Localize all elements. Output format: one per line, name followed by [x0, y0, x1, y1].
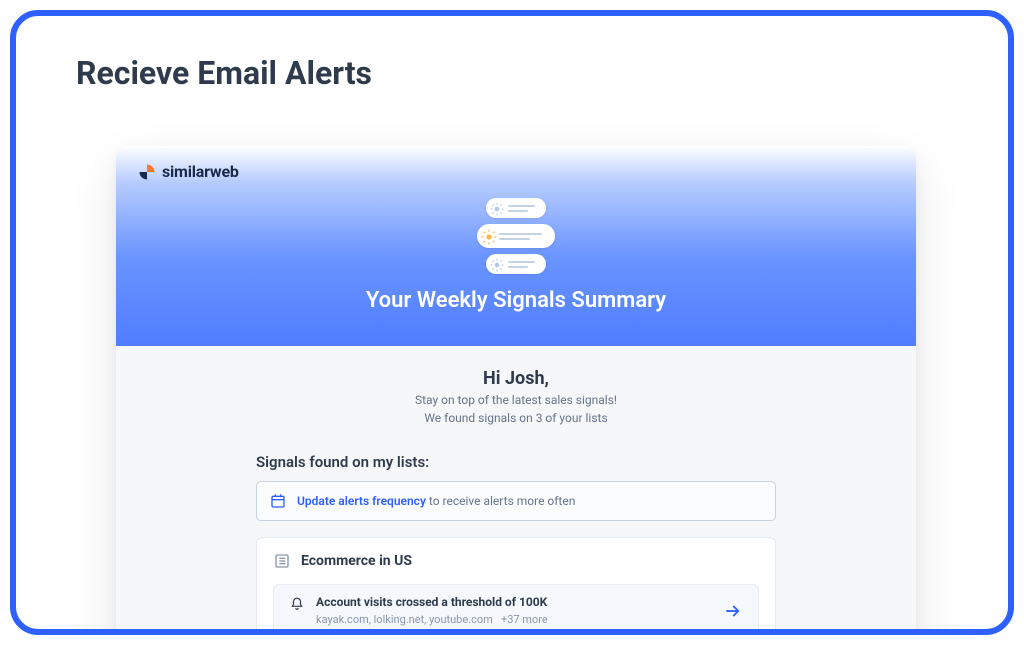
sun-icon — [490, 201, 504, 215]
illustration-pill — [486, 198, 546, 218]
update-frequency-rest: to receive alerts more often — [429, 494, 575, 508]
similarweb-logo-icon — [138, 163, 156, 181]
email-preview-card: similarweb — [116, 146, 916, 635]
signal-list-title: Ecommerce in US — [301, 553, 412, 569]
brand-logo-lockup: similarweb — [138, 162, 239, 181]
brand-name: similarweb — [162, 162, 239, 181]
greeting-text: Hi Josh, — [156, 368, 876, 389]
update-frequency-banner[interactable]: Update alerts frequency to receive alert… — [256, 481, 776, 521]
product-screenshot-frame: Recieve Email Alerts similarweb — [10, 10, 1014, 635]
calendar-icon — [269, 492, 287, 510]
sun-icon — [490, 257, 504, 271]
bell-icon — [288, 595, 306, 613]
greeting-subline-2: We found signals on 3 of your lists — [156, 411, 876, 425]
email-header-title: Your Weekly Signals Summary — [116, 288, 916, 313]
signals-section-label: Signals found on my lists: — [256, 453, 776, 471]
signal-item-more-count: +37 more — [501, 613, 548, 626]
signal-list-title-row: Ecommerce in US — [273, 552, 759, 570]
signal-item-domains: kayak.com, lolking.net, youtube.com +37 … — [316, 613, 548, 626]
email-header: similarweb — [116, 146, 916, 346]
header-illustration — [116, 198, 916, 274]
signal-item[interactable]: Account visits crossed a threshold of 10… — [273, 584, 759, 635]
sun-icon — [481, 229, 495, 243]
page-title: Recieve Email Alerts — [16, 16, 1008, 92]
illustration-pill-active — [477, 224, 555, 248]
signal-item-title: Account visits crossed a threshold of 10… — [316, 595, 548, 609]
list-icon — [273, 552, 291, 570]
greeting-subline-1: Stay on top of the latest sales signals! — [156, 393, 876, 407]
update-frequency-link[interactable]: Update alerts frequency — [297, 494, 426, 508]
open-signal-arrow-button[interactable] — [722, 600, 744, 622]
illustration-pill — [486, 254, 546, 274]
signal-list-card: Ecommerce in US Account visits crossed a… — [256, 537, 776, 635]
email-body: Hi Josh, Stay on top of the latest sales… — [116, 346, 916, 635]
